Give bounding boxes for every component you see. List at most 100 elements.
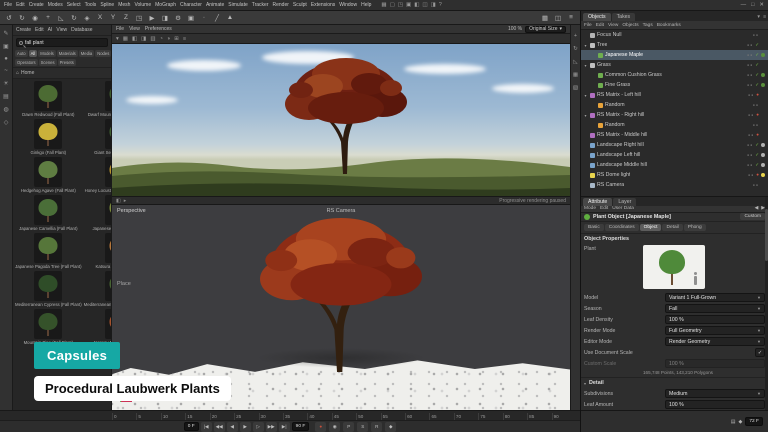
active-camera-label[interactable]: RS Camera (327, 208, 356, 214)
attribute-menu-item[interactable]: Edit (600, 206, 608, 211)
object-row[interactable]: RS Camera ●● ✓ ● (581, 180, 768, 190)
range-start-field[interactable]: 0 F (184, 422, 199, 431)
render-view-menu-item[interactable]: View (129, 26, 140, 32)
transport-button[interactable]: |◀ (201, 422, 212, 432)
menu-item[interactable]: Help (361, 2, 371, 8)
toolbar-icon[interactable]: ◉ (29, 12, 41, 24)
asset-filter-button[interactable]: Models (38, 50, 56, 57)
toolbar-icon[interactable]: ◈ (81, 12, 93, 24)
visibility-dots-icon[interactable]: ●● (748, 113, 754, 117)
asset-filter-button[interactable]: All (29, 50, 38, 57)
state-dot-icon[interactable]: ● (756, 113, 759, 118)
toolbar-icon[interactable]: ╱ (211, 12, 223, 24)
dock-icon[interactable]: ▦ (573, 72, 578, 78)
material-tag-icon[interactable] (761, 73, 765, 77)
menu-item[interactable]: Select (67, 2, 81, 8)
render-view-icon[interactable]: ▾ (116, 36, 119, 42)
attribute-field[interactable]: 100 % ▼ (665, 315, 765, 324)
history-icon[interactable]: ◀ (755, 206, 759, 211)
material-tag-icon[interactable] (761, 63, 765, 67)
breadcrumb[interactable]: ⌂ Home (13, 67, 111, 79)
object-row[interactable]: Japanese Maple ●● ✓ ● (581, 50, 768, 60)
enabled-check-icon[interactable]: ✓ (755, 153, 759, 158)
object-row[interactable]: Random ●● ✓ ● (581, 100, 768, 110)
asset-filter-button[interactable]: Auto (15, 50, 28, 57)
panel-icon[interactable]: ▾ (757, 14, 760, 20)
enabled-check-icon[interactable]: ✓ (755, 73, 759, 78)
object-row[interactable]: Common Cushion Grass ●● ✓ ● (581, 70, 768, 80)
menu-item[interactable]: Tracker (252, 2, 269, 8)
asset-item[interactable]: Mountain Pine (Fall Plant) (15, 309, 82, 345)
object-row[interactable]: ▾ Grass ●● ✓ ● (581, 60, 768, 70)
menu-item[interactable]: Tools (85, 2, 97, 8)
render-view-icon[interactable]: ▥ (150, 36, 155, 42)
toolbar-icon[interactable]: ↻ (16, 12, 28, 24)
state-dot-icon[interactable]: ● (756, 173, 759, 178)
attribute-field[interactable]: 100 % ▼ (665, 359, 765, 368)
dock-icon[interactable]: + (574, 33, 577, 39)
attribute-field[interactable]: 100 % ▼ (665, 400, 765, 409)
asset-item[interactable]: Japanese Camellia (Fall Plant) (15, 195, 82, 231)
attribute-field[interactable]: Render Geometry ▼ (665, 337, 765, 346)
panel-tab[interactable]: Attribute (583, 198, 612, 206)
material-tag-icon[interactable] (761, 143, 765, 147)
material-tag-icon[interactable] (761, 123, 765, 127)
material-tag-icon[interactable] (761, 183, 765, 187)
material-tag-icon[interactable] (761, 43, 765, 47)
asset-item[interactable]: Giant Sequoia (Fall Plant) (84, 119, 111, 155)
menu-item[interactable]: File (4, 2, 12, 8)
toolbar-icon[interactable]: ↺ (3, 12, 15, 24)
object-row[interactable]: Fine Grass ●● ✓ ● (581, 80, 768, 90)
viewport-label[interactable]: Perspective (117, 208, 146, 214)
menu-item[interactable]: Render (273, 2, 289, 8)
window-button[interactable]: □ (751, 2, 754, 8)
menu-item[interactable]: Sculpt (293, 2, 307, 8)
material-tag-icon[interactable] (761, 53, 765, 57)
keyframe-button[interactable]: ● (315, 422, 326, 432)
section-tab[interactable]: Phong (684, 224, 706, 231)
asset-item[interactable]: Japanese Pagoda Tree (Fall Plant) (15, 233, 82, 269)
object-row[interactable]: ▾ Tree ●● ✓ ● (581, 40, 768, 50)
panel-tab[interactable]: Layer (613, 198, 636, 206)
status-icon[interactable]: ▸ (124, 198, 127, 204)
object-menu-item[interactable]: Tags (643, 23, 653, 28)
window-button[interactable]: ✕ (759, 2, 764, 8)
object-menu-item[interactable]: Edit (596, 23, 604, 28)
visibility-dots-icon[interactable]: ●● (747, 153, 753, 157)
material-tag-icon[interactable] (761, 153, 765, 157)
toolbar-icon[interactable]: Y (107, 12, 119, 24)
size-mode-dropdown[interactable]: Original Size ▾ (525, 26, 566, 33)
tool-icon[interactable]: ▤ (3, 93, 9, 100)
menu-item[interactable]: Simulate (228, 2, 247, 8)
toolbar-icon[interactable]: ▲ (224, 12, 236, 24)
asset-item[interactable]: Norway Maple (Fall Plant) (84, 309, 111, 345)
visibility-dots-icon[interactable]: ●● (747, 53, 753, 57)
attribute-menu-item[interactable]: Mode (584, 206, 596, 211)
range-end-field[interactable]: 90 F (292, 422, 310, 431)
asset-menu-item[interactable]: Edit (35, 27, 44, 33)
material-tag-icon[interactable] (761, 113, 765, 117)
render-view-menu-item[interactable]: Preferences (145, 26, 172, 32)
toolbar-icon[interactable]: ⚙ (172, 12, 184, 24)
attribute-field[interactable]: Full Geometry ▼ (665, 326, 765, 335)
visibility-dots-icon[interactable]: ●● (747, 163, 753, 167)
asset-item[interactable]: Dwarf Mountain Pine (Fall Plant) (84, 81, 111, 117)
attribute-menu-item[interactable]: User Data (612, 206, 634, 211)
menu-item[interactable]: Modes (48, 2, 63, 8)
keyframe-button[interactable]: ◆ (385, 422, 396, 432)
object-row[interactable]: Landscape Right hill ●● ✓ ● (581, 140, 768, 150)
object-row[interactable]: Landscape Middle hill ●● ✓ ● (581, 160, 768, 170)
asset-filter-button[interactable]: Materials (57, 50, 78, 57)
toolbar-icon[interactable]: Z (120, 12, 132, 24)
detail-group-header[interactable]: ▾ Detail (581, 377, 768, 388)
visibility-dots-icon[interactable]: ●● (748, 133, 754, 137)
keyframe-button[interactable]: R (371, 422, 382, 432)
visibility-dots-icon[interactable]: ●● (747, 143, 753, 147)
material-tag-icon[interactable] (761, 103, 765, 107)
object-row[interactable]: RS Matrix - Middle hill ●● ✓ ● (581, 130, 768, 140)
expand-arrow-icon[interactable]: ▾ (583, 113, 588, 118)
visibility-dots-icon[interactable]: ●● (748, 173, 754, 177)
toolbar-icon[interactable]: ∙ (198, 12, 210, 24)
material-tag-icon[interactable] (761, 173, 765, 177)
transport-button[interactable]: ▶ (240, 422, 251, 432)
